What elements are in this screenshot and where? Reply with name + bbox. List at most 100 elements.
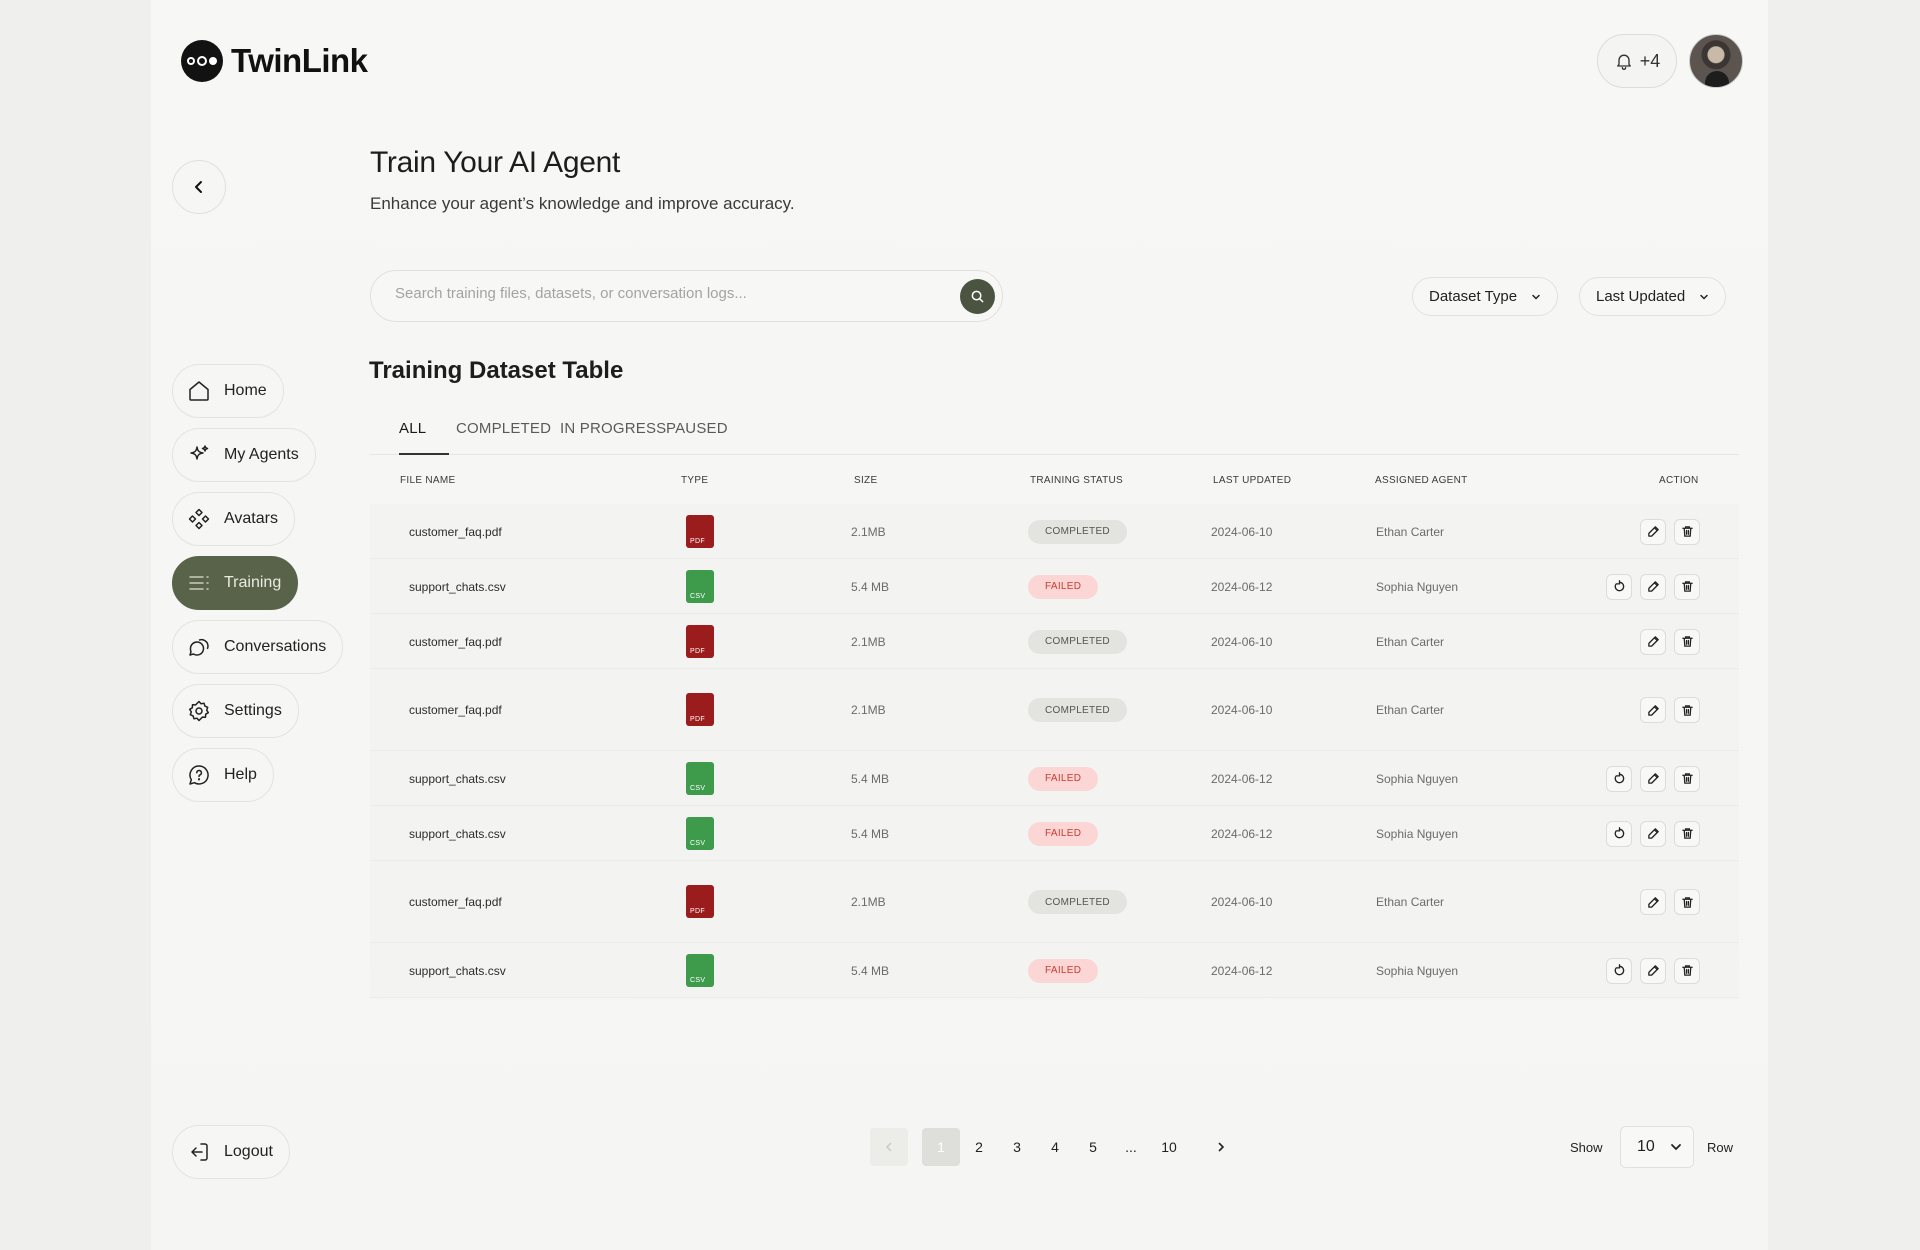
retry-button[interactable] bbox=[1606, 820, 1632, 847]
assigned-agent: Sophia Nguyen bbox=[1376, 963, 1459, 978]
table-row[interactable]: customer_faq.pdf PDF 2.1MB COMPLETED 2024-06… bbox=[370, 614, 1739, 669]
page-button-3[interactable]: 3 bbox=[998, 1128, 1036, 1166]
rows-per-page-select[interactable]: 10 bbox=[1620, 1126, 1694, 1168]
sidebar-item-training[interactable]: Training bbox=[172, 556, 299, 610]
table-row[interactable]: customer_faq.pdf PDF 2.1MB COMPLETED 2024-06… bbox=[370, 861, 1739, 943]
file-name[interactable]: customer_faq.pdf bbox=[409, 635, 502, 649]
prev-page-button[interactable] bbox=[870, 1128, 908, 1166]
edit-button[interactable] bbox=[1640, 820, 1666, 847]
sidebar-item-help[interactable]: Help bbox=[172, 748, 274, 802]
file-size: 2.1MB bbox=[851, 895, 886, 909]
sidebar-item-settings[interactable]: Settings bbox=[172, 684, 299, 738]
show-label: Show bbox=[1570, 1140, 1603, 1155]
file-type-label: CSV bbox=[690, 839, 706, 847]
file-type-label: CSV bbox=[690, 592, 706, 600]
column-header-training-status[interactable]: TRAINING STATUS bbox=[1030, 475, 1123, 486]
search-input[interactable] bbox=[395, 285, 935, 302]
next-page-button[interactable] bbox=[1202, 1128, 1240, 1166]
row-actions bbox=[1606, 573, 1700, 600]
column-header-type[interactable]: TYPE bbox=[681, 475, 708, 486]
tab-all[interactable]: ALL bbox=[399, 420, 426, 437]
file-name[interactable]: support_chats.csv bbox=[409, 827, 506, 841]
page-button-10[interactable]: 10 bbox=[1150, 1128, 1188, 1166]
file-name[interactable]: customer_faq.pdf bbox=[409, 525, 502, 539]
delete-button[interactable] bbox=[1674, 628, 1700, 655]
column-header-file-name[interactable]: FILE NAME bbox=[400, 475, 456, 486]
file-name[interactable]: support_chats.csv bbox=[409, 772, 506, 786]
pagination-ellipsis: ... bbox=[1125, 1139, 1137, 1155]
rows-per-page-value: 10 bbox=[1637, 1138, 1655, 1155]
table-row[interactable]: support_chats.csv CSV 5.4 MB FAILED 2024-06-… bbox=[370, 559, 1739, 614]
file-name[interactable]: customer_faq.pdf bbox=[409, 703, 502, 717]
last-updated-date: 2024-06-10 bbox=[1211, 634, 1273, 649]
dataset-type-dropdown[interactable]: Dataset Type bbox=[1412, 277, 1559, 316]
sidebar-item-home[interactable]: Home bbox=[172, 364, 284, 418]
table-row[interactable]: customer_faq.pdf PDF 2.1MB COMPLETED 2024-06… bbox=[370, 669, 1739, 751]
search-button[interactable] bbox=[960, 279, 995, 314]
retry-button[interactable] bbox=[1606, 957, 1632, 984]
file-name[interactable]: customer_faq.pdf bbox=[409, 895, 502, 909]
edit-button[interactable] bbox=[1640, 957, 1666, 984]
sidebar-item-conversations[interactable]: Conversations bbox=[172, 620, 344, 674]
tab-in-progress[interactable]: IN PROGRESS bbox=[560, 420, 666, 437]
assigned-agent: Ethan Carter bbox=[1376, 524, 1445, 539]
csv-file-icon: CSV bbox=[686, 816, 716, 850]
dataset-type-label: Dataset Type bbox=[1429, 288, 1518, 305]
retry-icon bbox=[1614, 964, 1624, 976]
last-updated-date: 2024-06-12 bbox=[1211, 579, 1273, 594]
logout-button[interactable]: Logout bbox=[172, 1125, 290, 1179]
edit-button[interactable] bbox=[1640, 889, 1666, 915]
home-icon bbox=[189, 381, 209, 401]
page-button-1[interactable]: 1 bbox=[922, 1128, 960, 1166]
delete-button[interactable] bbox=[1674, 765, 1700, 792]
delete-button[interactable] bbox=[1674, 697, 1700, 723]
page-button-4[interactable]: 4 bbox=[1036, 1128, 1074, 1166]
last-updated-date: 2024-06-12 bbox=[1211, 963, 1273, 978]
delete-button[interactable] bbox=[1674, 573, 1700, 600]
sidebar-item-my-agents[interactable]: My Agents bbox=[172, 428, 316, 482]
file-size: 5.4 MB bbox=[851, 826, 890, 841]
column-header-assigned-agent[interactable]: ASSIGNED AGENT bbox=[1375, 475, 1468, 486]
file-name[interactable]: support_chats.csv bbox=[409, 964, 506, 978]
back-button[interactable] bbox=[172, 160, 226, 214]
notifications-button[interactable]: +4 bbox=[1597, 34, 1677, 88]
column-header-size[interactable]: SIZE bbox=[854, 475, 877, 486]
delete-button[interactable] bbox=[1674, 820, 1700, 847]
trash-icon bbox=[1681, 773, 1693, 784]
delete-button[interactable] bbox=[1674, 889, 1700, 915]
page-button-2[interactable]: 2 bbox=[960, 1128, 998, 1166]
last-updated-date: 2024-06-10 bbox=[1211, 524, 1273, 539]
search-icon bbox=[971, 290, 984, 303]
retry-button[interactable] bbox=[1606, 765, 1632, 792]
file-type-label: PDF bbox=[690, 537, 705, 545]
delete-button[interactable] bbox=[1674, 518, 1700, 545]
trash-icon bbox=[1681, 704, 1693, 716]
sidebar-item-label: Help bbox=[224, 766, 257, 783]
column-header-last-updated[interactable]: LAST UPDATED bbox=[1213, 475, 1291, 486]
table-row[interactable]: support_chats.csv CSV 5.4 MB FAILED 2024-06-… bbox=[370, 751, 1739, 806]
retry-button[interactable] bbox=[1606, 573, 1632, 600]
trash-icon bbox=[1681, 526, 1693, 537]
trash-icon bbox=[1681, 636, 1693, 647]
logo[interactable]: TwinLink bbox=[181, 40, 368, 82]
table-row[interactable]: support_chats.csv CSV 5.4 MB FAILED 2024-06-… bbox=[370, 943, 1739, 998]
edit-button[interactable] bbox=[1640, 518, 1666, 545]
page-button-5[interactable]: 5 bbox=[1074, 1128, 1112, 1166]
delete-button[interactable] bbox=[1674, 957, 1700, 984]
table-row[interactable]: customer_faq.pdf PDF 2.1MB COMPLETED 2024-06… bbox=[370, 504, 1739, 559]
last-updated-dropdown[interactable]: Last Updated bbox=[1579, 277, 1727, 316]
file-name[interactable]: support_chats.csv bbox=[409, 580, 506, 594]
edit-button[interactable] bbox=[1640, 765, 1666, 792]
tab-paused[interactable]: PAUSED bbox=[666, 420, 728, 437]
status-badge: COMPLETED bbox=[1028, 519, 1127, 544]
user-avatar[interactable] bbox=[1689, 34, 1743, 88]
edit-button[interactable] bbox=[1640, 573, 1666, 600]
app-name: TwinLink bbox=[231, 42, 368, 79]
tab-completed[interactable]: COMPLETED bbox=[456, 420, 551, 437]
table-row[interactable]: support_chats.csv CSV 5.4 MB FAILED 2024-06-… bbox=[370, 806, 1739, 861]
file-type-label: PDF bbox=[690, 716, 705, 723]
edit-button[interactable] bbox=[1640, 628, 1666, 655]
row-actions bbox=[1640, 518, 1700, 545]
edit-button[interactable] bbox=[1640, 697, 1666, 723]
sidebar-item-avatars[interactable]: Avatars bbox=[172, 492, 295, 546]
